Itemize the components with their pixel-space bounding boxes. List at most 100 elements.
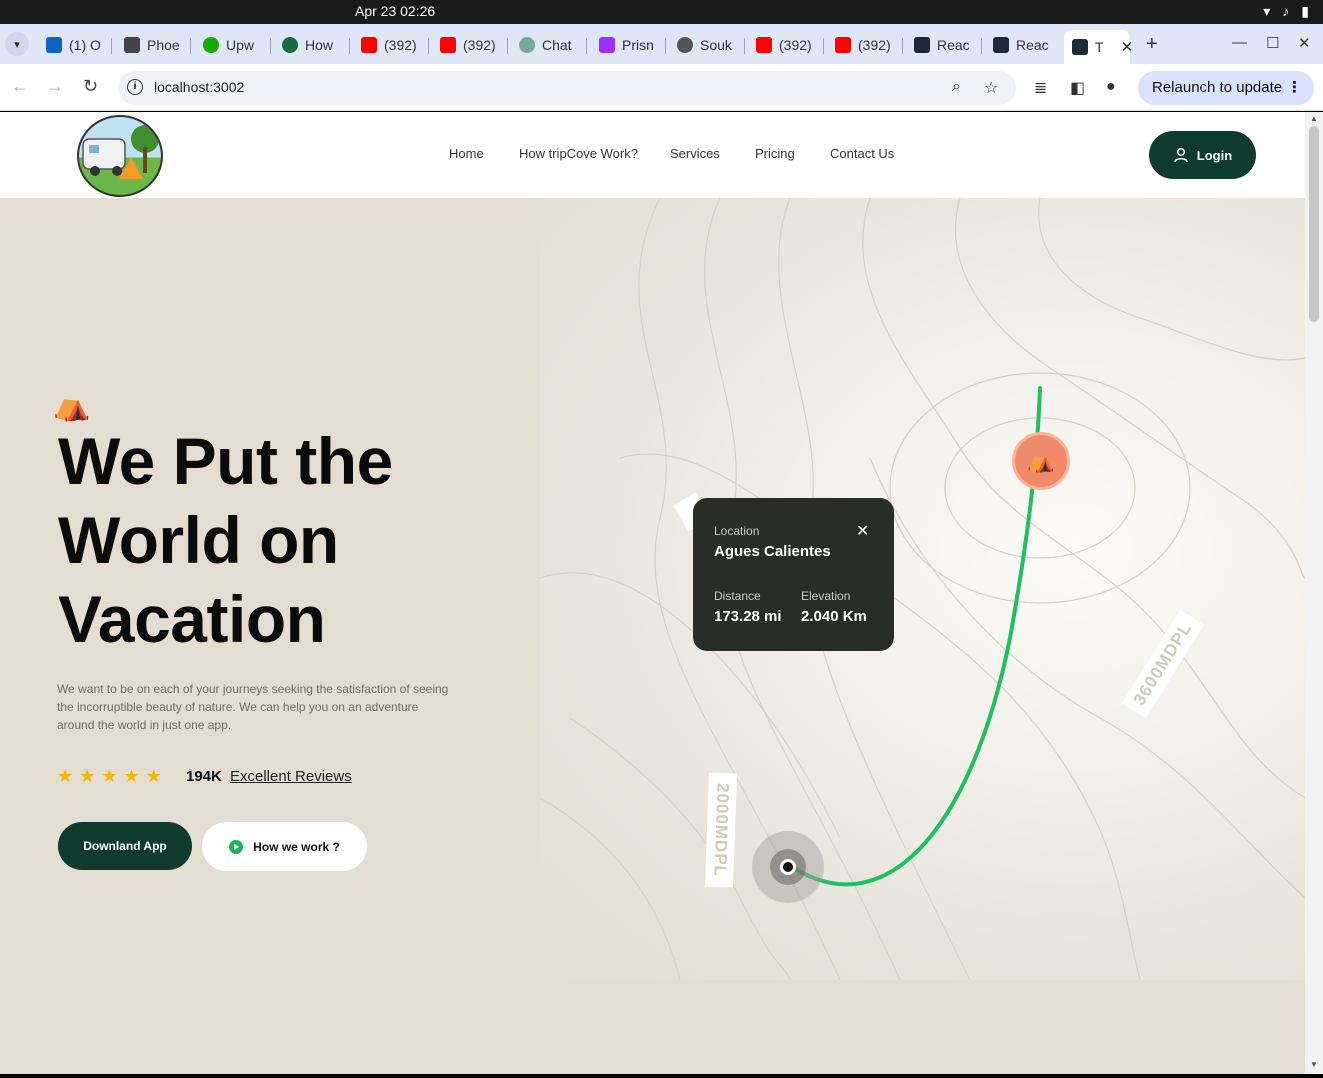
- react-icon: [914, 37, 930, 53]
- wifi-icon[interactable]: ▾: [1263, 3, 1270, 20]
- tab[interactable]: Reac: [985, 30, 1049, 60]
- tab[interactable]: (392): [353, 30, 417, 60]
- review-count: 194K: [186, 768, 222, 785]
- hero-bottom-band: [0, 980, 1305, 1074]
- tab-divider: [823, 38, 824, 54]
- tab[interactable]: (392): [432, 30, 496, 60]
- site-info-icon[interactable]: i: [127, 79, 143, 95]
- tab-search-menu[interactable]: ▾: [5, 32, 29, 56]
- login-button[interactable]: Login: [1149, 131, 1256, 179]
- nav-home[interactable]: Home: [449, 146, 484, 161]
- reviews-link[interactable]: Excellent Reviews: [230, 768, 352, 785]
- download-app-label: Downland App: [83, 839, 167, 853]
- nav-pricing[interactable]: Pricing: [755, 146, 795, 161]
- tab-divider: [744, 38, 745, 54]
- scroll-up-icon[interactable]: ▲: [1310, 114, 1318, 123]
- reload-icon[interactable]: ↻: [83, 76, 98, 97]
- how-we-work-label: How we work ?: [253, 839, 340, 854]
- tab-divider: [902, 38, 903, 54]
- location-label: Location: [714, 524, 760, 538]
- tab-divider: [665, 38, 666, 54]
- tab-label: Upw: [226, 37, 255, 53]
- zoom-icon[interactable]: ⌕: [952, 78, 961, 96]
- tab-divider: [190, 38, 191, 54]
- volume-icon[interactable]: ♪: [1282, 3, 1289, 20]
- profile-avatar[interactable]: ●: [1106, 78, 1116, 96]
- start-point-marker[interactable]: [780, 859, 796, 875]
- star-icon: ★: [101, 766, 118, 786]
- tab[interactable]: How: [274, 30, 333, 60]
- tab-label: Prisn: [622, 37, 654, 53]
- tab-label: T: [1095, 39, 1104, 55]
- tab[interactable]: (1) O: [38, 30, 101, 60]
- elevation-tag-low: 2000MDPL: [705, 772, 737, 888]
- address-bar[interactable]: i localhost:3002 ⌕ ☆: [118, 71, 1016, 105]
- hero-description: We want to be on each of your journeys s…: [57, 682, 449, 732]
- tab-divider: [507, 38, 508, 54]
- globe-icon: [677, 37, 693, 53]
- close-window-icon[interactable]: ✕: [1298, 34, 1311, 52]
- hero-title-line: We Put the: [58, 424, 393, 498]
- bookmark-star-icon[interactable]: ☆: [984, 78, 998, 98]
- tab[interactable]: Souk: [669, 30, 732, 60]
- system-tray[interactable]: ▾ ♪ ▮: [1263, 3, 1309, 20]
- battery-icon[interactable]: ▮: [1301, 3, 1309, 20]
- tab-label: Phoe: [147, 37, 180, 53]
- page-scrollbar[interactable]: ▲ ▼: [1305, 112, 1323, 1074]
- active-tab[interactable]: T ✕: [1064, 30, 1133, 64]
- nav-contact-us[interactable]: Contact Us: [830, 146, 894, 161]
- browser-tab-strip: ▾ (1) O Phoe Upw How (392) (392) Chat Pr…: [0, 24, 1323, 64]
- tab[interactable]: Upw: [195, 30, 254, 60]
- more-menu-icon[interactable]: ⋮: [1287, 78, 1302, 96]
- prisma-icon: [599, 37, 615, 53]
- tab-label: Reac: [937, 37, 970, 53]
- destination-pin[interactable]: ⛺: [1012, 432, 1070, 490]
- tab[interactable]: Prisn: [591, 30, 654, 60]
- youtube-icon: [440, 37, 456, 53]
- tab-divider: [349, 38, 350, 54]
- chatgpt-icon: [519, 37, 535, 53]
- gear-icon: [124, 37, 140, 53]
- minimize-icon[interactable]: —: [1232, 34, 1247, 51]
- scroll-down-icon[interactable]: ▼: [1310, 1060, 1318, 1069]
- os-clock: Apr 23 02:26: [355, 3, 436, 19]
- star-icon: ★: [123, 766, 140, 786]
- play-icon: [229, 839, 244, 854]
- page-viewport: Home How tripCove Work? Services Pricing…: [0, 112, 1305, 1074]
- elevation-label: Elevation: [801, 589, 851, 603]
- media-control-icon[interactable]: ≣: [1034, 78, 1047, 98]
- location-info-card: Location Agues Calientes ✕ Distance 173.…: [693, 498, 894, 651]
- tab-label: How: [305, 37, 334, 53]
- download-app-button[interactable]: Downland App: [58, 822, 192, 870]
- close-icon[interactable]: ✕: [856, 521, 869, 541]
- back-arrow-icon[interactable]: ←: [11, 76, 29, 97]
- star-icon: ★: [57, 766, 74, 786]
- tab[interactable]: (392): [748, 30, 812, 60]
- tab[interactable]: Phoe: [116, 30, 180, 60]
- forward-arrow-icon[interactable]: →: [46, 76, 64, 97]
- maximize-icon[interactable]: ☐: [1266, 34, 1279, 52]
- tab-label: Reac: [1016, 37, 1049, 53]
- star-icon: ★: [79, 766, 96, 786]
- tripcove-logo[interactable]: [77, 115, 163, 197]
- side-panel-icon[interactable]: ◧: [1070, 78, 1085, 98]
- nav-how-it-works[interactable]: How tripCove Work?: [519, 146, 638, 161]
- url-text[interactable]: localhost:3002: [154, 79, 244, 95]
- nav-services[interactable]: Services: [670, 146, 720, 161]
- linkedin-icon: [46, 37, 62, 53]
- rating-stars: ★ ★ ★ ★ ★: [57, 766, 162, 787]
- relaunch-button[interactable]: Relaunch to update ⋮: [1138, 71, 1314, 105]
- new-tab-button[interactable]: +: [1146, 33, 1158, 56]
- site-header: Home How tripCove Work? Services Pricing…: [0, 112, 1305, 198]
- tab-label: Souk: [700, 37, 732, 53]
- how-we-work-button[interactable]: How we work ?: [202, 822, 367, 871]
- tab-divider: [586, 38, 587, 54]
- close-tab-icon[interactable]: ✕: [1121, 38, 1134, 56]
- react-icon: [993, 37, 1009, 53]
- location-value: Agues Calientes: [714, 543, 831, 560]
- tab[interactable]: (392): [827, 30, 891, 60]
- tab-divider: [428, 38, 429, 54]
- scroll-thumb[interactable]: [1309, 126, 1319, 322]
- tab[interactable]: Reac: [906, 30, 970, 60]
- tab[interactable]: Chat: [511, 30, 572, 60]
